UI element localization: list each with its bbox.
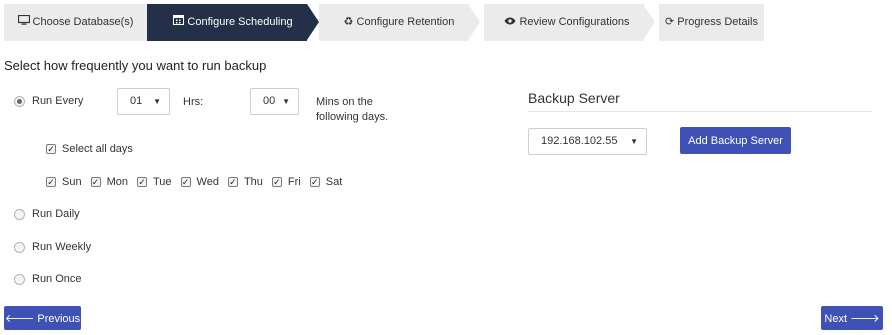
previous-label: Previous (37, 313, 81, 325)
backup-server-select[interactable]: 192.168.102.55 ▼ (528, 128, 647, 155)
step-choose-databases[interactable]: Choose Database(s) (4, 4, 147, 41)
hours-value: 01 (130, 95, 143, 107)
radio-indicator[interactable] (14, 241, 25, 253)
day-checkbox-tue[interactable]: ✓ (136, 177, 147, 187)
step-progress-details[interactable]: ⟳ Progress Details (659, 4, 764, 41)
radio-indicator[interactable] (14, 95, 25, 107)
wizard-steps: Choose Database(s) Configure Scheduling … (4, 4, 764, 41)
backup-server-title: Backup Server (528, 90, 620, 106)
page-title: Select how frequently you want to run ba… (4, 58, 267, 73)
backup-server-value: 192.168.102.55 (541, 135, 618, 147)
mins-suffix-line2: following days. (316, 111, 389, 123)
monitor-icon (17, 4, 30, 41)
minutes-select[interactable]: 00 ▼ (250, 88, 299, 115)
previous-button[interactable]: 🡐 Previous (4, 306, 81, 330)
refresh-icon: ⟳ (665, 16, 675, 28)
checkbox-indicator[interactable]: ✓ (46, 144, 56, 154)
step-label: Review Configurations (519, 16, 630, 28)
chevron-down-icon: ▼ (630, 137, 638, 146)
calendar-icon (173, 4, 185, 41)
divider (528, 111, 872, 112)
day-label-fri: Fri (287, 176, 301, 188)
arrow-left-icon: 🡐 (4, 313, 35, 325)
run-weekly-label: Run Weekly (32, 241, 92, 253)
day-label-sun: Sun (62, 176, 82, 188)
day-label-thu: Thu (243, 176, 263, 188)
day-label-mon: Mon (106, 176, 128, 188)
run-every-radio[interactable]: Run Every (14, 93, 83, 109)
day-label-wed: Wed (196, 176, 219, 188)
eye-icon (504, 4, 516, 41)
day-label-tue: Tue (152, 176, 172, 188)
step-label: Configure Retention (356, 16, 455, 28)
next-button[interactable]: Next 🡒 (821, 306, 883, 330)
step-divider (468, 4, 480, 40)
run-weekly-radio[interactable]: Run Weekly (14, 239, 91, 255)
minutes-value: 00 (263, 95, 276, 107)
next-label: Next (824, 313, 848, 325)
radio-indicator[interactable] (14, 208, 25, 220)
day-checkbox-wed[interactable]: ✓ (180, 177, 191, 187)
radio-indicator[interactable] (14, 273, 25, 285)
day-checkbox-fri[interactable]: ✓ (271, 177, 282, 187)
select-all-days-checkbox[interactable]: ✓ Select all days (46, 143, 142, 155)
step-label: Progress Details (677, 16, 758, 28)
run-every-label: Run Every (32, 95, 84, 107)
days-checkbox-group: ✓ Sun ✓ Mon ✓ Tue ✓ Wed ✓ Thu ✓ Fri ✓ Sa… (46, 176, 351, 188)
run-daily-label: Run Daily (32, 208, 80, 220)
day-checkbox-mon[interactable]: ✓ (90, 177, 101, 187)
run-daily-radio[interactable]: Run Daily (14, 206, 80, 222)
day-checkbox-sat[interactable]: ✓ (309, 177, 320, 187)
step-review-configurations[interactable]: Review Configurations (484, 4, 644, 41)
step-configure-scheduling[interactable]: Configure Scheduling (147, 4, 307, 41)
add-backup-server-button[interactable]: Add Backup Server (680, 127, 791, 154)
recycle-icon: ♻ (343, 16, 354, 28)
select-all-days-label: Select all days (62, 143, 133, 155)
day-checkbox-thu[interactable]: ✓ (227, 177, 238, 187)
run-once-radio[interactable]: Run Once (14, 271, 82, 287)
day-label-sat: Sat (325, 176, 343, 188)
chevron-down-icon: ▼ (282, 97, 290, 106)
hours-select[interactable]: 01 ▼ (117, 88, 170, 115)
step-divider (643, 4, 655, 40)
mins-suffix-line1: Mins on the (316, 96, 373, 108)
chevron-down-icon: ▼ (153, 97, 161, 106)
step-divider (307, 4, 319, 40)
hrs-label: Hrs: (183, 96, 204, 108)
step-label: Configure Scheduling (187, 16, 293, 28)
step-configure-retention[interactable]: ♻ Configure Retention (319, 4, 469, 41)
run-once-label: Run Once (32, 273, 82, 285)
step-label: Choose Database(s) (32, 16, 134, 28)
day-checkbox-sun[interactable]: ✓ (46, 177, 56, 187)
arrow-right-icon: 🡒 (850, 313, 880, 325)
